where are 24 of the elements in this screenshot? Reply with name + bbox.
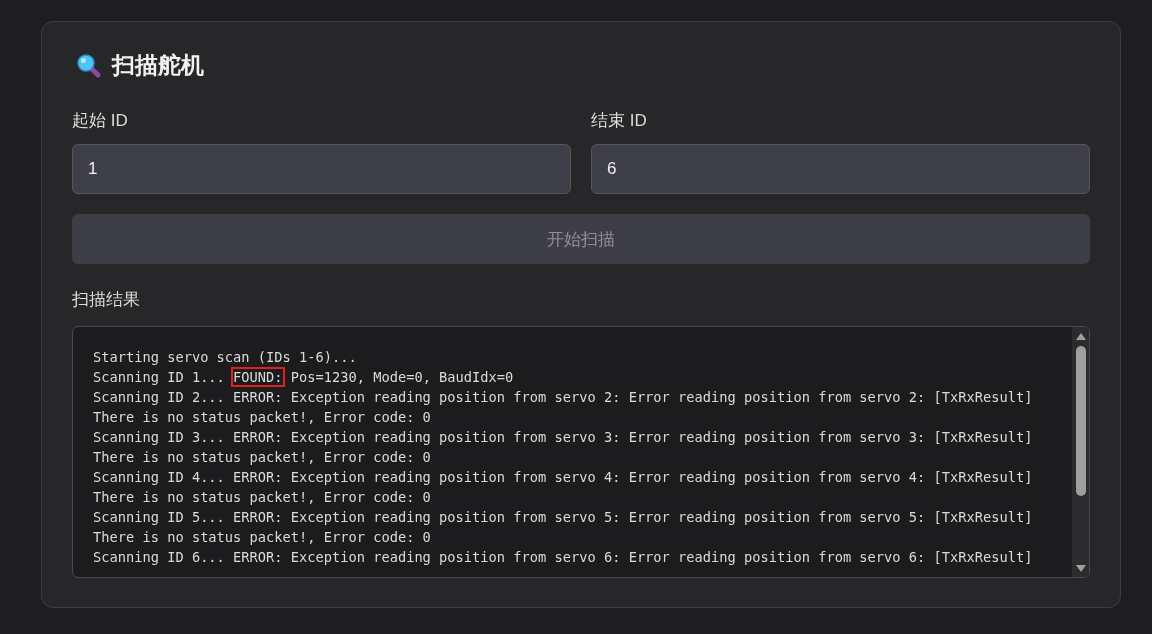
panel-title: 扫描舵机 [112,51,204,80]
log-text: Scanning ID 1... [93,369,226,385]
log-text: There is no status packet!, Error code: 0 [93,529,431,545]
scrollbar[interactable] [1072,327,1089,577]
log-text: Scanning ID 3... ERROR: Exception reading position from servo 3: Error reading position from servo 3: [TxRxResult] [93,429,1033,445]
results-label: 扫描结果 [72,289,140,311]
log-text: FOUND: [231,367,285,387]
log-text: Scanning ID 2... ERROR: Exception reading position from servo 2: Error reading position from servo 2: [TxRxResult] [93,389,1033,405]
field-label: 结束 ID [591,110,647,132]
log-text: Scanning ID 4... ERROR: Exception reading position from servo 4: Error reading position from servo 4: [TxRxResult] [93,469,1033,485]
id-input-field[interactable]: 6 [591,144,1090,194]
log-text: Starting servo scan (IDs 1-6)... [93,349,357,365]
log-text: Pos=1230, Mode=0, BaudIdx=0 [289,369,514,385]
log-text: There is no status packet!, Error code: 0 [93,409,431,425]
field-label: 起始 ID [72,110,128,132]
magnifier-icon [76,52,102,79]
scroll-up-icon[interactable] [1074,332,1087,341]
scrollbar-thumb[interactable] [1075,346,1086,496]
log-text: There is no status packet!, Error code: 0 [93,449,431,465]
log-text: Scanning ID 6... ERROR: Exception reading position from servo 6: Error reading position from servo 6: [TxRxResult] [93,549,1033,565]
log-text: Scanning ID 5... ERROR: Exception reading position from servo 5: Error reading position from servo 5: [TxRxResult] [93,509,1033,525]
scroll-down-icon[interactable] [1074,564,1087,573]
log-text: There is no status packet!, Error code: 0 [93,489,431,505]
id-input-field[interactable]: 1 [72,144,571,194]
